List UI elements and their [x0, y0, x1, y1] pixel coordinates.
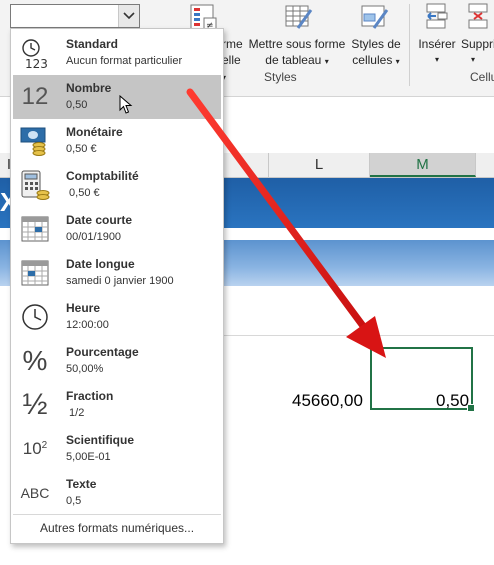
delete-label: Suppri [461, 37, 494, 51]
menu-item-sample: 0,5 [66, 495, 82, 507]
menu-item-sample: 0,50 [66, 99, 88, 111]
cell-styles-icon[interactable] [360, 2, 390, 32]
conditional-format-label-2: elle ▾ [222, 52, 244, 86]
chevron-down-icon: ▾ [395, 57, 400, 66]
menu-item-date-courte[interactable]: Date courte 00/01/1900 [13, 207, 221, 251]
conditional-format-button[interactable]: rme elle ▾ [222, 36, 244, 86]
menu-item-standard[interactable]: 123 Standard Aucun format particulier [13, 31, 221, 75]
menu-item-sample: 0,50 € [66, 143, 97, 155]
menu-item-heure[interactable]: Heure 12:00:00 [13, 295, 221, 339]
combo-dropdown-button[interactable] [118, 5, 139, 27]
delete-button[interactable]: Suppri ▾ [461, 36, 494, 68]
menu-item-date-longue[interactable]: Date longue samedi 0 janvier 1900 [13, 251, 221, 295]
number-format-combo[interactable] [10, 4, 140, 28]
menu-item-name: Comptabilité [66, 169, 139, 183]
menu-item-monetaire[interactable]: Monétaire 0,50 € [13, 119, 221, 163]
chevron-down-icon [123, 12, 135, 20]
menu-item-name: Date courte [66, 213, 133, 227]
insert-button[interactable]: Insérer ▾ [417, 36, 457, 68]
conditional-format-label-2-text: elle [222, 53, 241, 67]
scientific-icon: 10 2 [22, 439, 48, 458]
currency-icon [19, 125, 51, 157]
abc-icon: ABC [19, 477, 51, 509]
column-header-k[interactable] [222, 153, 269, 177]
menu-item-name: Texte [66, 477, 97, 491]
menu-item-name: Fraction [66, 389, 114, 403]
group-label-cellules: Cellu [470, 70, 494, 84]
clock-icon [19, 301, 51, 333]
calculator-icon [19, 169, 51, 201]
menu-item-comptabilite[interactable]: Comptabilité 0,50 € [13, 163, 221, 207]
icon-text: 12 [21, 83, 49, 110]
menu-item-name: Monétaire [66, 125, 123, 139]
column-header-m[interactable]: M [370, 153, 476, 177]
menu-item-name: Scientifique [66, 433, 135, 447]
menu-item-name: Standard [66, 37, 119, 51]
menu-item-sample: 50,00% [66, 363, 104, 375]
chevron-down-icon: ▾ [324, 57, 329, 66]
format-as-table-button[interactable]: Mettre sous forme de tableau ▾ [247, 36, 347, 70]
cell-styles-label-2-text: cellules [352, 53, 393, 67]
percent-icon: % [19, 345, 51, 377]
chevron-down-icon: ▾ [434, 55, 439, 64]
icon-text: 10 [22, 439, 42, 458]
menu-item-fraction[interactable]: ½ Fraction 1/2 [13, 383, 221, 427]
cell-styles-label-1: Styles de [351, 37, 401, 51]
mouse-cursor-icon [119, 95, 133, 114]
insert-cells-icon[interactable] [424, 2, 450, 32]
icon-text: % [22, 345, 48, 376]
cell-l-value[interactable]: 45660,00 [292, 391, 363, 411]
menu-item-name: Pourcentage [66, 345, 139, 359]
conditional-format-label-1: rme [222, 37, 243, 51]
delete-cells-icon[interactable] [466, 2, 492, 32]
group-label-styles: Styles [264, 70, 297, 84]
format-as-table-label-2-text: de tableau [265, 53, 322, 67]
icon-text: ABC [20, 485, 50, 501]
ribbon-separator [409, 4, 410, 86]
icon-text: ½ [22, 388, 48, 421]
menu-item-sample: 00/01/1900 [66, 231, 122, 243]
column-header-l[interactable]: L [269, 153, 370, 177]
menu-item-sample: 1/2 [66, 407, 85, 419]
menu-item-scientifique[interactable]: 10 2 Scientifique 5,00E-01 [13, 427, 221, 471]
menu-item-sample: Aucun format particulier [66, 55, 183, 67]
cell-styles-button[interactable]: Styles de cellules ▾ [348, 36, 404, 70]
calendar-long-icon [19, 257, 51, 289]
menu-item-sample: 5,00E-01 [66, 451, 111, 463]
cell-styles-label-2: cellules ▾ [348, 52, 404, 70]
menu-item-sample: 0,50 € [66, 187, 100, 199]
format-as-table-label-2: de tableau ▾ [247, 52, 347, 70]
menu-item-pourcentage[interactable]: % Pourcentage 50,00% [13, 339, 221, 383]
menu-item-texte[interactable]: ABC Texte 0,5 [13, 471, 221, 515]
column-header-n[interactable] [476, 153, 494, 177]
fraction-icon: ½ [19, 388, 51, 421]
number-12-icon: 12 [19, 81, 51, 113]
menu-item-sample: samedi 0 janvier 1900 [66, 275, 174, 287]
clock-123-icon: 123 [19, 37, 51, 69]
chevron-down-icon: ▾ [471, 55, 476, 64]
format-as-table-icon[interactable] [284, 2, 314, 32]
menu-item-nombre[interactable]: 12 Nombre 0,50 [13, 75, 221, 119]
cell-m-value[interactable]: 0,50 [436, 391, 469, 411]
menu-item-name: Nombre [66, 81, 112, 95]
icon-text: 123 [25, 57, 48, 69]
menu-separator [13, 514, 221, 515]
more-number-formats-link[interactable]: Autres formats numériques... [11, 521, 223, 535]
number-format-menu: 123 Standard Aucun format particulier 12… [10, 28, 224, 544]
menu-item-sample: 12:00:00 [66, 319, 109, 331]
menu-item-name: Date longue [66, 257, 135, 271]
format-as-table-label-1: Mettre sous forme [248, 37, 346, 51]
menu-item-name: Heure [66, 301, 101, 315]
row-divider [220, 335, 494, 336]
insert-label: Insérer [418, 37, 456, 51]
calendar-short-icon [19, 213, 51, 245]
